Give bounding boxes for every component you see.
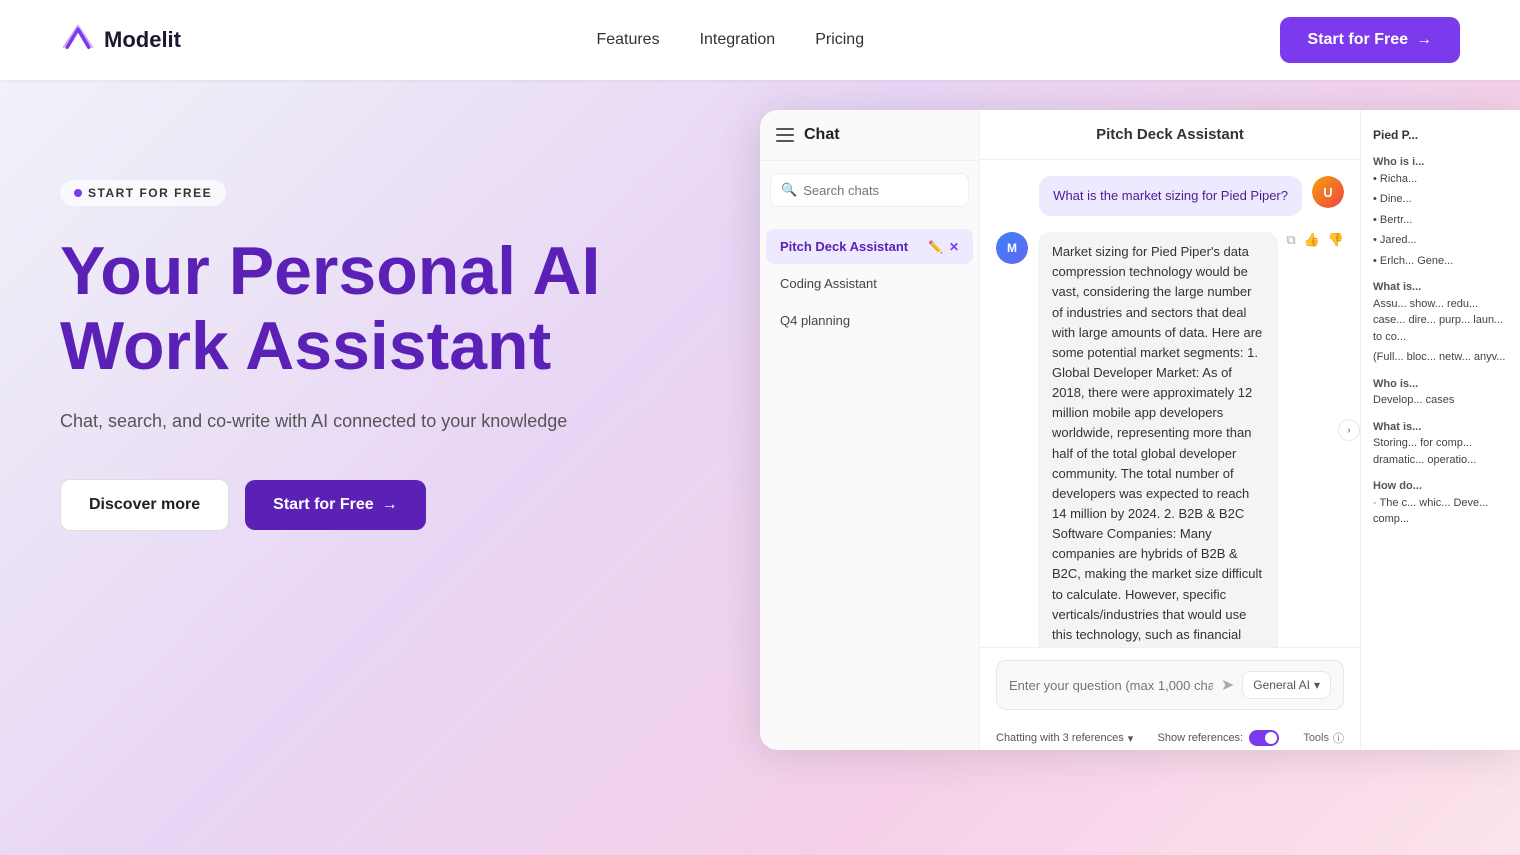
message-actions: ⧉ 👍 👎	[1286, 232, 1344, 248]
tools-button[interactable]: Tools ⓘ	[1303, 730, 1344, 746]
right-panel: › Pied P... Who is i... • Richa... • Din…	[1360, 110, 1520, 750]
right-panel-section2: What is...	[1373, 279, 1508, 296]
search-icon: 🔍	[781, 182, 797, 198]
nav-pricing[interactable]: Pricing	[815, 31, 864, 49]
right-panel-section1: Who is i...	[1373, 154, 1508, 171]
chat-footer: Chatting with 3 references ▾ Show refere…	[980, 722, 1360, 750]
logo[interactable]: Modelit	[60, 22, 181, 58]
chat-input-row: ➤ General AI ▾	[996, 660, 1344, 710]
copy-icon[interactable]: ⧉	[1286, 232, 1295, 248]
start-free-button[interactable]: Start for Free →	[245, 480, 425, 530]
right-panel-content5: · The c... whic... Deve... comp...	[1373, 495, 1508, 528]
ai-avatar: M	[996, 232, 1028, 264]
right-panel-content4: Storing... for comp... dramatic... opera…	[1373, 435, 1508, 468]
chat-sidebar: Chat 🔍 Pitch Deck Assistant ✏️ ✕ Coding …	[760, 110, 980, 750]
user-message-bubble: What is the market sizing for Pied Piper…	[1039, 176, 1302, 216]
chat-messages: What is the market sizing for Pied Piper…	[980, 160, 1360, 647]
search-input[interactable]	[803, 183, 958, 198]
right-panel-bullet5: • Erlch... Gene...	[1373, 253, 1508, 270]
hero-left: START FOR FREE Your Personal AI Work Ass…	[60, 140, 760, 531]
user-message-row: What is the market sizing for Pied Piper…	[996, 176, 1344, 216]
right-panel-section4: What is...	[1373, 419, 1508, 436]
menu-icon[interactable]	[776, 128, 794, 142]
chat-sidebar-header: Chat	[760, 110, 979, 161]
right-panel-bullet4: • Jared...	[1373, 232, 1508, 249]
edit-icon[interactable]: ✏️	[928, 240, 943, 254]
chat-item-q4[interactable]: Q4 planning	[766, 303, 973, 338]
close-icon[interactable]: ✕	[949, 240, 959, 254]
nav-features[interactable]: Features	[596, 31, 659, 49]
chat-input[interactable]	[1009, 678, 1213, 693]
chat-main: Pitch Deck Assistant What is the market …	[980, 110, 1360, 750]
nav-integration[interactable]: Integration	[700, 31, 776, 49]
hero-buttons: Discover more Start for Free →	[60, 479, 760, 531]
right-panel-bullet3: • Bertr...	[1373, 212, 1508, 229]
ai-message-bubble: Market sizing for Pied Piper's data comp…	[1038, 232, 1278, 647]
ai-message-row: M Market sizing for Pied Piper's data co…	[996, 232, 1344, 647]
right-panel-section3: Who is...	[1373, 376, 1508, 393]
nav-cta-button[interactable]: Start for Free →	[1280, 17, 1460, 63]
logo-icon	[60, 22, 96, 58]
sidebar-chat-title: Chat	[804, 126, 840, 144]
hero-section: START FOR FREE Your Personal AI Work Ass…	[0, 80, 1520, 855]
send-icon[interactable]: ➤	[1221, 675, 1234, 695]
chat-item-coding[interactable]: Coding Assistant	[766, 266, 973, 301]
thumbs-down-icon[interactable]: 👎	[1328, 232, 1344, 248]
chat-search: 🔍	[770, 173, 969, 207]
right-panel-content2b: (Full... bloc... netw... anyv...	[1373, 349, 1508, 366]
model-select[interactable]: General AI ▾	[1242, 671, 1331, 699]
hero-title: Your Personal AI Work Assistant	[60, 234, 760, 384]
show-references: Show references:	[1158, 730, 1280, 746]
right-panel-bullet1: • Richa...	[1373, 171, 1508, 188]
navbar: Modelit Features Integration Pricing Sta…	[0, 0, 1520, 80]
nav-links: Features Integration Pricing	[596, 31, 864, 49]
hero-subtitle: Chat, search, and co-write with AI conne…	[60, 408, 760, 435]
hero-badge: START FOR FREE	[60, 180, 226, 206]
user-avatar: U	[1312, 176, 1344, 208]
chat-widget: Chat 🔍 Pitch Deck Assistant ✏️ ✕ Coding …	[760, 110, 1520, 750]
badge-dot	[74, 189, 82, 197]
right-panel-content3: Develop... cases	[1373, 392, 1508, 409]
chat-main-header: Pitch Deck Assistant	[980, 110, 1360, 160]
discover-more-button[interactable]: Discover more	[60, 479, 229, 531]
toggle-dot	[1265, 732, 1277, 744]
chat-input-area: ➤ General AI ▾	[980, 647, 1360, 722]
chat-item-pitch-deck[interactable]: Pitch Deck Assistant ✏️ ✕	[766, 229, 973, 264]
thumbs-up-icon[interactable]: 👍	[1304, 232, 1320, 248]
logo-text: Modelit	[104, 27, 181, 53]
right-panel-title: Pied P...	[1373, 126, 1508, 144]
references-toggle[interactable]	[1249, 730, 1279, 746]
right-panel-section5: How do...	[1373, 478, 1508, 495]
right-panel-bullet2: • Dine...	[1373, 191, 1508, 208]
chat-list: Pitch Deck Assistant ✏️ ✕ Coding Assista…	[760, 219, 979, 348]
right-panel-content2: Assu... show... redu... case... dire... …	[1373, 296, 1508, 346]
chat-references: Chatting with 3 references ▾	[996, 732, 1133, 745]
